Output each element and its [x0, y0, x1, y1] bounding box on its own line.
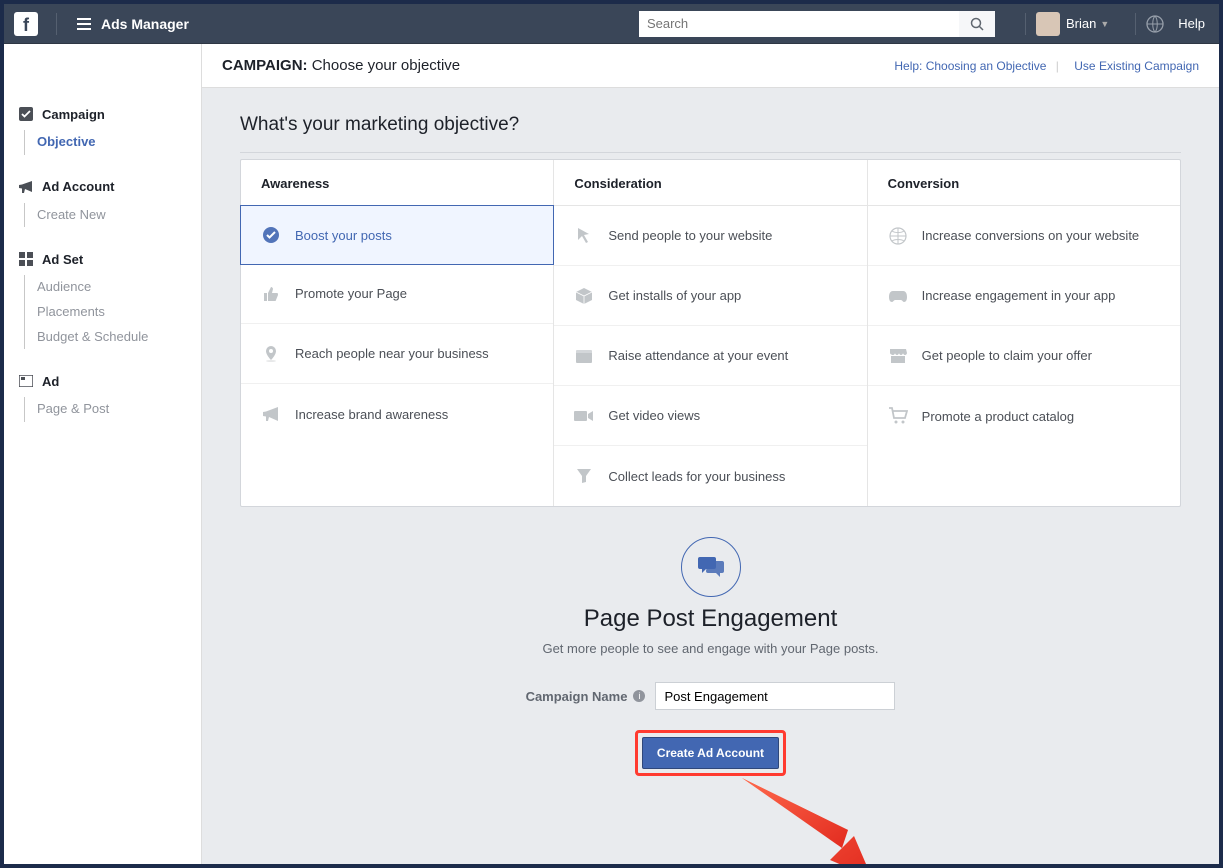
- user-name[interactable]: Brian: [1066, 16, 1096, 31]
- objective-reach-nearby[interactable]: Reach people near your business: [241, 324, 553, 384]
- help-objective-link[interactable]: Help: Choosing an Objective: [894, 59, 1046, 73]
- objective-app-installs[interactable]: Get installs of your app: [554, 266, 866, 326]
- search-input[interactable]: [639, 11, 959, 37]
- video-icon: [574, 406, 594, 426]
- sidebar-item-audience[interactable]: Audience: [37, 275, 187, 300]
- divider: [1135, 13, 1136, 35]
- app-window: f Ads Manager Brian ▼ Help Campaign: [4, 4, 1219, 864]
- sidebar-item-pagepost[interactable]: Page & Post: [37, 397, 187, 422]
- divider: [56, 13, 57, 35]
- sidebar-item-placements[interactable]: Placements: [37, 300, 187, 325]
- divider: [1025, 13, 1026, 35]
- ad-icon: [18, 373, 34, 389]
- objective-video-views[interactable]: Get video views: [554, 386, 866, 446]
- objective-product-catalog[interactable]: Promote a product catalog: [868, 386, 1180, 446]
- campaign-name-label: Campaign Name: [526, 689, 628, 704]
- column-conversion: Conversion Increase conversions on your …: [868, 160, 1180, 506]
- sidebar-item-budget[interactable]: Budget & Schedule: [37, 325, 187, 350]
- gamepad-icon: [888, 286, 908, 306]
- page-header: CAMPAIGN: Choose your objective Help: Ch…: [202, 44, 1219, 88]
- objective-lead-gen[interactable]: Collect leads for your business: [554, 446, 866, 506]
- globe-icon[interactable]: [1146, 15, 1164, 33]
- summary-title: Page Post Engagement: [240, 605, 1181, 633]
- objective-summary: Page Post Engagement Get more people to …: [240, 537, 1181, 776]
- sidebar-item-createnew[interactable]: Create New: [37, 203, 187, 228]
- column-header: Awareness: [241, 160, 553, 206]
- column-awareness: Awareness Boost your posts Promote your …: [241, 160, 554, 506]
- checkmark-circle-icon: [261, 225, 281, 245]
- column-header: Conversion: [868, 160, 1180, 206]
- sidebar-section-ad: Ad Page & Post: [4, 359, 201, 432]
- objective-question: What's your marketing objective?: [240, 114, 1181, 136]
- sidebar-label: Ad Account: [42, 179, 114, 194]
- info-icon[interactable]: i: [633, 690, 645, 702]
- objective-website-conversions[interactable]: Increase conversions on your website: [868, 206, 1180, 266]
- campaign-name-row: Campaign Name i: [526, 682, 896, 710]
- search-icon: [970, 17, 984, 31]
- objective-event-attendance[interactable]: Raise attendance at your event: [554, 326, 866, 386]
- like-icon: [261, 284, 281, 304]
- funnel-icon: [574, 466, 594, 486]
- content: What's your marketing objective? Awarene…: [202, 88, 1219, 816]
- sidebar-label: Campaign: [42, 107, 105, 122]
- column-consideration: Consideration Send people to your websit…: [554, 160, 867, 506]
- cta-highlight: Create Ad Account: [635, 730, 786, 776]
- create-ad-account-button[interactable]: Create Ad Account: [642, 737, 779, 769]
- engagement-icon: [681, 537, 741, 597]
- app-title: Ads Manager: [101, 16, 189, 32]
- store-icon: [888, 346, 908, 366]
- location-icon: [261, 344, 281, 364]
- objective-website-clicks[interactable]: Send people to your website: [554, 206, 866, 266]
- objective-grid: Awareness Boost your posts Promote your …: [240, 159, 1181, 507]
- cursor-icon: [574, 226, 594, 246]
- sidebar-head-ad[interactable]: Ad: [18, 373, 187, 389]
- megaphone-icon: [261, 404, 281, 424]
- chevron-down-icon[interactable]: ▼: [1100, 19, 1109, 29]
- sidebar: Campaign Objective Ad Account Create New: [4, 44, 202, 864]
- topbar: f Ads Manager Brian ▼ Help: [4, 4, 1219, 44]
- column-header: Consideration: [554, 160, 866, 206]
- divider: [240, 152, 1181, 153]
- calendar-icon: [574, 346, 594, 366]
- search-wrap: [639, 11, 995, 37]
- sidebar-label: Ad: [42, 374, 59, 389]
- cart-icon: [888, 406, 908, 426]
- search-button[interactable]: [959, 11, 995, 37]
- grid-icon: [18, 251, 34, 267]
- avatar[interactable]: [1036, 12, 1060, 36]
- checkbox-checked-icon: [18, 106, 34, 122]
- objective-offer-claims[interactable]: Get people to claim your offer: [868, 326, 1180, 386]
- use-existing-link[interactable]: Use Existing Campaign: [1074, 59, 1199, 73]
- box-icon: [574, 286, 594, 306]
- sidebar-section-campaign: Campaign Objective: [4, 92, 201, 165]
- sidebar-head-adaccount[interactable]: Ad Account: [18, 179, 187, 195]
- menu-icon[interactable]: [77, 18, 91, 30]
- sidebar-section-adaccount: Ad Account Create New: [4, 165, 201, 238]
- globe-grid-icon: [888, 226, 908, 246]
- sidebar-label: Ad Set: [42, 252, 83, 267]
- objective-boost-posts[interactable]: Boost your posts: [240, 205, 554, 265]
- summary-description: Get more people to see and engage with y…: [240, 641, 1181, 656]
- facebook-logo[interactable]: f: [14, 12, 38, 36]
- sidebar-section-adset: Ad Set Audience Placements Budget & Sche…: [4, 237, 201, 359]
- objective-app-engagement[interactable]: Increase engagement in your app: [868, 266, 1180, 326]
- objective-promote-page[interactable]: Promote your Page: [241, 264, 553, 324]
- megaphone-icon: [18, 179, 34, 195]
- sidebar-item-objective[interactable]: Objective: [37, 130, 187, 155]
- page-title: CAMPAIGN: Choose your objective: [222, 57, 460, 74]
- campaign-name-input[interactable]: [655, 682, 895, 710]
- sidebar-head-campaign[interactable]: Campaign: [18, 106, 187, 122]
- help-link[interactable]: Help: [1178, 16, 1205, 31]
- sidebar-head-adset[interactable]: Ad Set: [18, 251, 187, 267]
- objective-brand-awareness[interactable]: Increase brand awareness: [241, 384, 553, 444]
- main: CAMPAIGN: Choose your objective Help: Ch…: [202, 44, 1219, 864]
